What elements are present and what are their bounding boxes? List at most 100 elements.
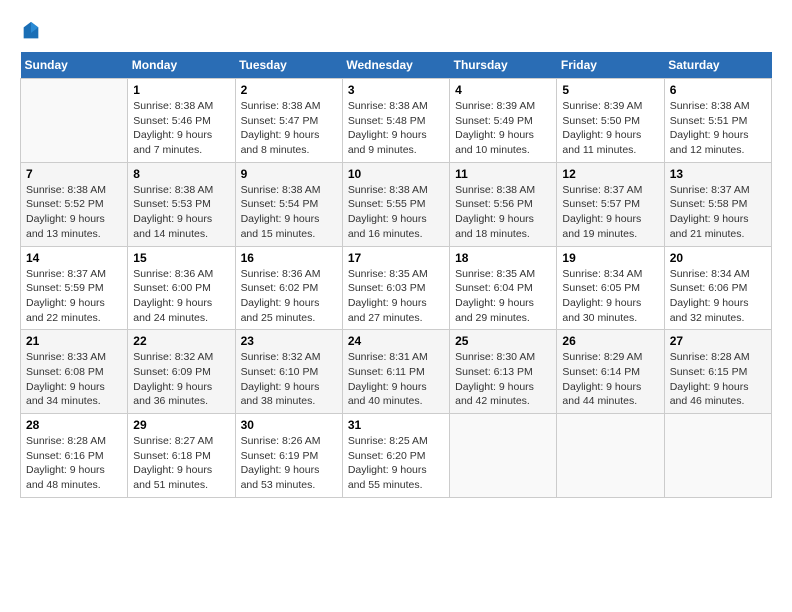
calendar-header-row: SundayMondayTuesdayWednesdayThursdayFrid…: [21, 52, 772, 79]
calendar-day-cell: 19 Sunrise: 8:34 AM Sunset: 6:05 PM Dayli…: [557, 246, 664, 330]
calendar-day-cell: 10 Sunrise: 8:38 AM Sunset: 5:55 PM Dayli…: [342, 162, 449, 246]
calendar-week-row: 7 Sunrise: 8:38 AM Sunset: 5:52 PM Daylig…: [21, 162, 772, 246]
day-number: 21: [26, 334, 122, 348]
day-number: 25: [455, 334, 551, 348]
day-detail: Sunrise: 8:36 AM Sunset: 6:00 PM Dayligh…: [133, 268, 213, 324]
day-detail: Sunrise: 8:38 AM Sunset: 5:48 PM Dayligh…: [348, 100, 428, 156]
day-detail: Sunrise: 8:38 AM Sunset: 5:52 PM Dayligh…: [26, 184, 106, 240]
day-detail: Sunrise: 8:30 AM Sunset: 6:13 PM Dayligh…: [455, 351, 535, 407]
day-of-week-header: Thursday: [450, 52, 557, 79]
calendar-day-cell: 5 Sunrise: 8:39 AM Sunset: 5:50 PM Daylig…: [557, 79, 664, 163]
calendar-week-row: 14 Sunrise: 8:37 AM Sunset: 5:59 PM Dayli…: [21, 246, 772, 330]
calendar-day-cell: 3 Sunrise: 8:38 AM Sunset: 5:48 PM Daylig…: [342, 79, 449, 163]
day-number: 10: [348, 167, 444, 181]
calendar-day-cell: 8 Sunrise: 8:38 AM Sunset: 5:53 PM Daylig…: [128, 162, 235, 246]
day-detail: Sunrise: 8:32 AM Sunset: 6:09 PM Dayligh…: [133, 351, 213, 407]
calendar-week-row: 1Sunrise: 8:38 AM Sunset: 5:46 PM Daylig…: [21, 79, 772, 163]
day-detail: Sunrise: 8:38 AM Sunset: 5:53 PM Dayligh…: [133, 184, 213, 240]
calendar-day-cell: 23Sunrise: 8:32 AM Sunset: 6:10 PM Dayli…: [235, 330, 342, 414]
day-number: 8: [133, 167, 229, 181]
day-detail: Sunrise: 8:34 AM Sunset: 6:06 PM Dayligh…: [670, 268, 750, 324]
calendar-day-cell: 20 Sunrise: 8:34 AM Sunset: 6:06 PM Dayli…: [664, 246, 771, 330]
day-number: 5: [562, 83, 658, 97]
logo: [20, 20, 46, 42]
calendar-day-cell: [450, 414, 557, 498]
calendar-day-cell: 16 Sunrise: 8:36 AM Sunset: 6:02 PM Dayli…: [235, 246, 342, 330]
day-detail: Sunrise: 8:36 AM Sunset: 6:02 PM Dayligh…: [241, 268, 321, 324]
day-detail: Sunrise: 8:28 AM Sunset: 6:16 PM Dayligh…: [26, 435, 106, 491]
day-number: 19: [562, 251, 658, 265]
day-detail: Sunrise: 8:38 AM Sunset: 5:54 PM Dayligh…: [241, 184, 321, 240]
calendar-day-cell: 17Sunrise: 8:35 AM Sunset: 6:03 PM Dayli…: [342, 246, 449, 330]
day-detail: Sunrise: 8:35 AM Sunset: 6:04 PM Dayligh…: [455, 268, 535, 324]
day-detail: Sunrise: 8:27 AM Sunset: 6:18 PM Dayligh…: [133, 435, 213, 491]
day-detail: Sunrise: 8:26 AM Sunset: 6:19 PM Dayligh…: [241, 435, 321, 491]
day-number: 6: [670, 83, 766, 97]
day-number: 4: [455, 83, 551, 97]
calendar-day-cell: [557, 414, 664, 498]
calendar-day-cell: 9 Sunrise: 8:38 AM Sunset: 5:54 PM Daylig…: [235, 162, 342, 246]
day-detail: Sunrise: 8:38 AM Sunset: 5:46 PM Dayligh…: [133, 100, 213, 156]
day-number: 26: [562, 334, 658, 348]
day-detail: Sunrise: 8:38 AM Sunset: 5:55 PM Dayligh…: [348, 184, 428, 240]
day-number: 30: [241, 418, 337, 432]
calendar-day-cell: 1Sunrise: 8:38 AM Sunset: 5:46 PM Daylig…: [128, 79, 235, 163]
day-number: 23: [241, 334, 337, 348]
calendar-day-cell: 4 Sunrise: 8:39 AM Sunset: 5:49 PM Daylig…: [450, 79, 557, 163]
day-detail: Sunrise: 8:38 AM Sunset: 5:56 PM Dayligh…: [455, 184, 535, 240]
calendar-day-cell: 2 Sunrise: 8:38 AM Sunset: 5:47 PM Daylig…: [235, 79, 342, 163]
day-detail: Sunrise: 8:37 AM Sunset: 5:59 PM Dayligh…: [26, 268, 106, 324]
calendar-day-cell: 7 Sunrise: 8:38 AM Sunset: 5:52 PM Daylig…: [21, 162, 128, 246]
day-detail: Sunrise: 8:25 AM Sunset: 6:20 PM Dayligh…: [348, 435, 428, 491]
day-number: 18: [455, 251, 551, 265]
calendar-day-cell: 11 Sunrise: 8:38 AM Sunset: 5:56 PM Dayli…: [450, 162, 557, 246]
day-detail: Sunrise: 8:38 AM Sunset: 5:47 PM Dayligh…: [241, 100, 321, 156]
day-number: 11: [455, 167, 551, 181]
day-number: 28: [26, 418, 122, 432]
day-of-week-header: Friday: [557, 52, 664, 79]
day-number: 24: [348, 334, 444, 348]
day-number: 13: [670, 167, 766, 181]
calendar-table: SundayMondayTuesdayWednesdayThursdayFrid…: [20, 52, 772, 498]
day-number: 20: [670, 251, 766, 265]
logo-icon: [20, 20, 42, 42]
day-number: 12: [562, 167, 658, 181]
day-detail: Sunrise: 8:34 AM Sunset: 6:05 PM Dayligh…: [562, 268, 642, 324]
day-number: 9: [241, 167, 337, 181]
page-header: [20, 20, 772, 42]
calendar-day-cell: [21, 79, 128, 163]
day-detail: Sunrise: 8:37 AM Sunset: 5:58 PM Dayligh…: [670, 184, 750, 240]
day-detail: Sunrise: 8:29 AM Sunset: 6:14 PM Dayligh…: [562, 351, 642, 407]
day-number: 29: [133, 418, 229, 432]
day-number: 16: [241, 251, 337, 265]
day-number: 22: [133, 334, 229, 348]
calendar-day-cell: 28 Sunrise: 8:28 AM Sunset: 6:16 PM Dayli…: [21, 414, 128, 498]
day-number: 31: [348, 418, 444, 432]
calendar-day-cell: 26 Sunrise: 8:29 AM Sunset: 6:14 PM Dayli…: [557, 330, 664, 414]
day-detail: Sunrise: 8:31 AM Sunset: 6:11 PM Dayligh…: [348, 351, 428, 407]
day-detail: Sunrise: 8:33 AM Sunset: 6:08 PM Dayligh…: [26, 351, 106, 407]
day-number: 14: [26, 251, 122, 265]
day-detail: Sunrise: 8:39 AM Sunset: 5:49 PM Dayligh…: [455, 100, 535, 156]
day-number: 17: [348, 251, 444, 265]
calendar-day-cell: 30 Sunrise: 8:26 AM Sunset: 6:19 PM Dayli…: [235, 414, 342, 498]
calendar-week-row: 21 Sunrise: 8:33 AM Sunset: 6:08 PM Dayli…: [21, 330, 772, 414]
calendar-day-cell: 6Sunrise: 8:38 AM Sunset: 5:51 PM Daylig…: [664, 79, 771, 163]
day-of-week-header: Tuesday: [235, 52, 342, 79]
calendar-day-cell: 14 Sunrise: 8:37 AM Sunset: 5:59 PM Dayli…: [21, 246, 128, 330]
day-number: 2: [241, 83, 337, 97]
calendar-day-cell: [664, 414, 771, 498]
calendar-week-row: 28 Sunrise: 8:28 AM Sunset: 6:16 PM Dayli…: [21, 414, 772, 498]
day-number: 3: [348, 83, 444, 97]
calendar-day-cell: 21 Sunrise: 8:33 AM Sunset: 6:08 PM Dayli…: [21, 330, 128, 414]
day-detail: Sunrise: 8:37 AM Sunset: 5:57 PM Dayligh…: [562, 184, 642, 240]
day-number: 15: [133, 251, 229, 265]
day-of-week-header: Sunday: [21, 52, 128, 79]
calendar-day-cell: 12 Sunrise: 8:37 AM Sunset: 5:57 PM Dayli…: [557, 162, 664, 246]
calendar-day-cell: 29 Sunrise: 8:27 AM Sunset: 6:18 PM Dayli…: [128, 414, 235, 498]
day-detail: Sunrise: 8:39 AM Sunset: 5:50 PM Dayligh…: [562, 100, 642, 156]
calendar-day-cell: 15 Sunrise: 8:36 AM Sunset: 6:00 PM Dayli…: [128, 246, 235, 330]
day-number: 7: [26, 167, 122, 181]
calendar-day-cell: 24 Sunrise: 8:31 AM Sunset: 6:11 PM Dayli…: [342, 330, 449, 414]
day-of-week-header: Saturday: [664, 52, 771, 79]
